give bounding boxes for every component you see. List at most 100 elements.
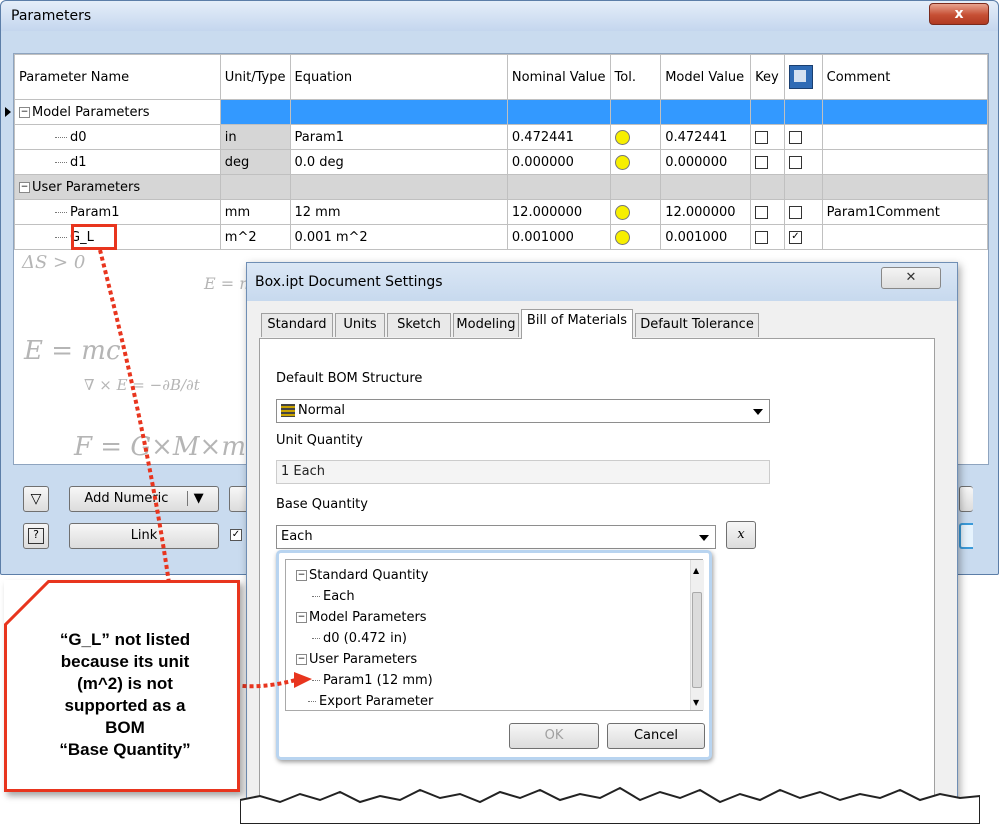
- parameter-picker-button[interactable]: x: [726, 521, 756, 549]
- callout-line: BOM: [105, 718, 145, 737]
- key-checkbox[interactable]: [755, 130, 769, 144]
- tolerance-cell[interactable]: [609, 149, 662, 175]
- equation-cell[interactable]: 0.001 m^2: [289, 224, 508, 250]
- export-checkbox[interactable]: [788, 130, 802, 144]
- list-item[interactable]: − Standard Quantity: [296, 568, 428, 583]
- tab-units[interactable]: Units: [335, 313, 385, 337]
- param-name: Param1: [70, 204, 120, 220]
- dropdown-ok-button[interactable]: OK: [509, 723, 599, 749]
- link-button[interactable]: Link: [69, 523, 219, 549]
- done-button[interactable]: [959, 523, 973, 549]
- filter-button[interactable]: ▽: [23, 486, 49, 512]
- collapse-icon[interactable]: −: [19, 181, 30, 193]
- tolerance-icon[interactable]: [614, 129, 630, 145]
- tolerance-icon[interactable]: [614, 229, 630, 245]
- collapse-icon[interactable]: −: [296, 654, 307, 665]
- unit-cell[interactable]: mm: [219, 199, 291, 225]
- comment-cell[interactable]: [821, 149, 988, 175]
- tab-default-tolerance[interactable]: Default Tolerance: [635, 313, 759, 337]
- comment-cell[interactable]: [821, 124, 988, 150]
- column-header-nominal-value[interactable]: Nominal Value: [506, 54, 611, 100]
- column-header-model-value[interactable]: Model Value: [660, 54, 752, 100]
- collapse-icon[interactable]: −: [296, 570, 307, 581]
- model-value-cell: 0.000000: [660, 149, 752, 175]
- list-item-label: User Parameters: [309, 652, 418, 667]
- list-scrollbar-thumb[interactable]: [692, 592, 702, 688]
- unit-quantity-label: Unit Quantity: [276, 433, 363, 448]
- bom-normal-icon: [281, 404, 295, 417]
- column-header-export[interactable]: [783, 54, 823, 100]
- base-quantity-value: Each: [281, 529, 313, 544]
- table-row[interactable]: d0 in Param1 0.472441 0.472441: [14, 124, 988, 150]
- table-row[interactable]: d1 deg 0.0 deg 0.000000 0.000000: [14, 149, 988, 175]
- tolerance-cell[interactable]: [609, 224, 662, 250]
- tab-bill-of-materials[interactable]: Bill of Materials: [521, 309, 633, 339]
- comment-cell[interactable]: Param1Comment: [821, 199, 988, 225]
- base-quantity-dropdown: − Standard Quantity Each − Model Parameter…: [276, 550, 712, 760]
- help-button[interactable]: ?: [23, 523, 49, 549]
- list-item[interactable]: d0 (0.472 in): [312, 631, 407, 646]
- default-bom-structure-select[interactable]: Normal: [276, 399, 770, 423]
- column-header-parameter-name[interactable]: Parameter Name: [14, 54, 221, 100]
- tab-sketch[interactable]: Sketch: [387, 313, 451, 337]
- tolerance-cell[interactable]: [609, 199, 662, 225]
- callout-text: “G_L” not listed because its unit (m^2) …: [21, 629, 229, 761]
- column-header-key[interactable]: Key: [750, 54, 785, 100]
- tolerance-icon[interactable]: [614, 154, 630, 170]
- callout-line: supported as a: [64, 696, 186, 715]
- list-item[interactable]: Each: [312, 589, 355, 604]
- partial-right-button[interactable]: [959, 486, 973, 512]
- list-item[interactable]: − Model Parameters: [296, 610, 427, 625]
- unit-cell[interactable]: deg: [219, 149, 291, 175]
- filter-icon: ▽: [30, 491, 42, 507]
- unit-cell[interactable]: m^2: [219, 224, 291, 250]
- equation-cell[interactable]: 0.0 deg: [289, 149, 508, 175]
- tab-standard[interactable]: Standard: [261, 313, 333, 337]
- g-l-highlight-box: [71, 224, 117, 250]
- key-checkbox[interactable]: [755, 155, 769, 169]
- settings-close-button[interactable]: ✕: [881, 267, 941, 289]
- comment-cell[interactable]: [821, 224, 988, 250]
- collapse-icon[interactable]: −: [19, 106, 30, 118]
- list-item[interactable]: Param1 (12 mm): [312, 673, 433, 688]
- list-item-label: Each: [323, 589, 355, 604]
- base-quantity-label: Base Quantity: [276, 497, 368, 512]
- table-row[interactable]: G_L m^2 0.001 m^2 0.001000 0.001000 ✓: [14, 224, 988, 250]
- base-quantity-select[interactable]: Each: [276, 525, 716, 549]
- column-header-unit[interactable]: Unit/Type: [219, 54, 291, 100]
- tolerance-icon[interactable]: [614, 204, 630, 220]
- add-numeric-label: Add Numeric: [84, 491, 169, 506]
- column-header-comment[interactable]: Comment: [821, 54, 988, 100]
- export-checkbox[interactable]: [788, 155, 802, 169]
- group-row-model-parameters[interactable]: − Model Parameters: [14, 99, 988, 125]
- dropdown-cancel-button[interactable]: Cancel: [607, 723, 705, 749]
- collapse-icon[interactable]: −: [296, 612, 307, 623]
- scroll-down-icon[interactable]: ▼: [693, 698, 699, 707]
- default-bom-structure-label: Default BOM Structure: [276, 371, 423, 386]
- group-row-user-parameters[interactable]: − User Parameters: [14, 174, 988, 200]
- list-item[interactable]: − User Parameters: [296, 652, 417, 667]
- callout-line: (m^2) is not: [77, 674, 173, 693]
- add-numeric-button[interactable]: Add Numeric ▼: [69, 486, 219, 512]
- nominal-cell: 12.000000: [506, 199, 611, 225]
- model-value-cell: 12.000000: [660, 199, 752, 225]
- column-header-equation[interactable]: Equation: [289, 54, 508, 100]
- tab-modeling[interactable]: Modeling: [453, 313, 519, 337]
- table-row[interactable]: Param1 mm 12 mm 12.000000 12.000000 Para…: [14, 199, 988, 225]
- chevron-down-icon[interactable]: ▼: [186, 491, 204, 506]
- unit-cell[interactable]: in: [219, 124, 291, 150]
- key-checkbox[interactable]: [755, 230, 769, 244]
- list-item[interactable]: Export Parameter: [308, 694, 433, 709]
- export-checkbox[interactable]: [788, 205, 802, 219]
- tolerance-cell[interactable]: [609, 124, 662, 150]
- export-checkbox[interactable]: ✓: [788, 230, 802, 244]
- scroll-up-icon[interactable]: ▲: [693, 566, 699, 575]
- equation-cell[interactable]: 12 mm: [289, 199, 508, 225]
- close-button[interactable]: x: [929, 3, 989, 25]
- immediate-update-checkbox[interactable]: ✓: [230, 529, 242, 541]
- key-checkbox[interactable]: [755, 205, 769, 219]
- param-name: d0: [70, 129, 87, 145]
- export-parameter-icon: [788, 65, 813, 89]
- column-header-tolerance[interactable]: Tol.: [609, 54, 662, 100]
- equation-cell[interactable]: Param1: [289, 124, 508, 150]
